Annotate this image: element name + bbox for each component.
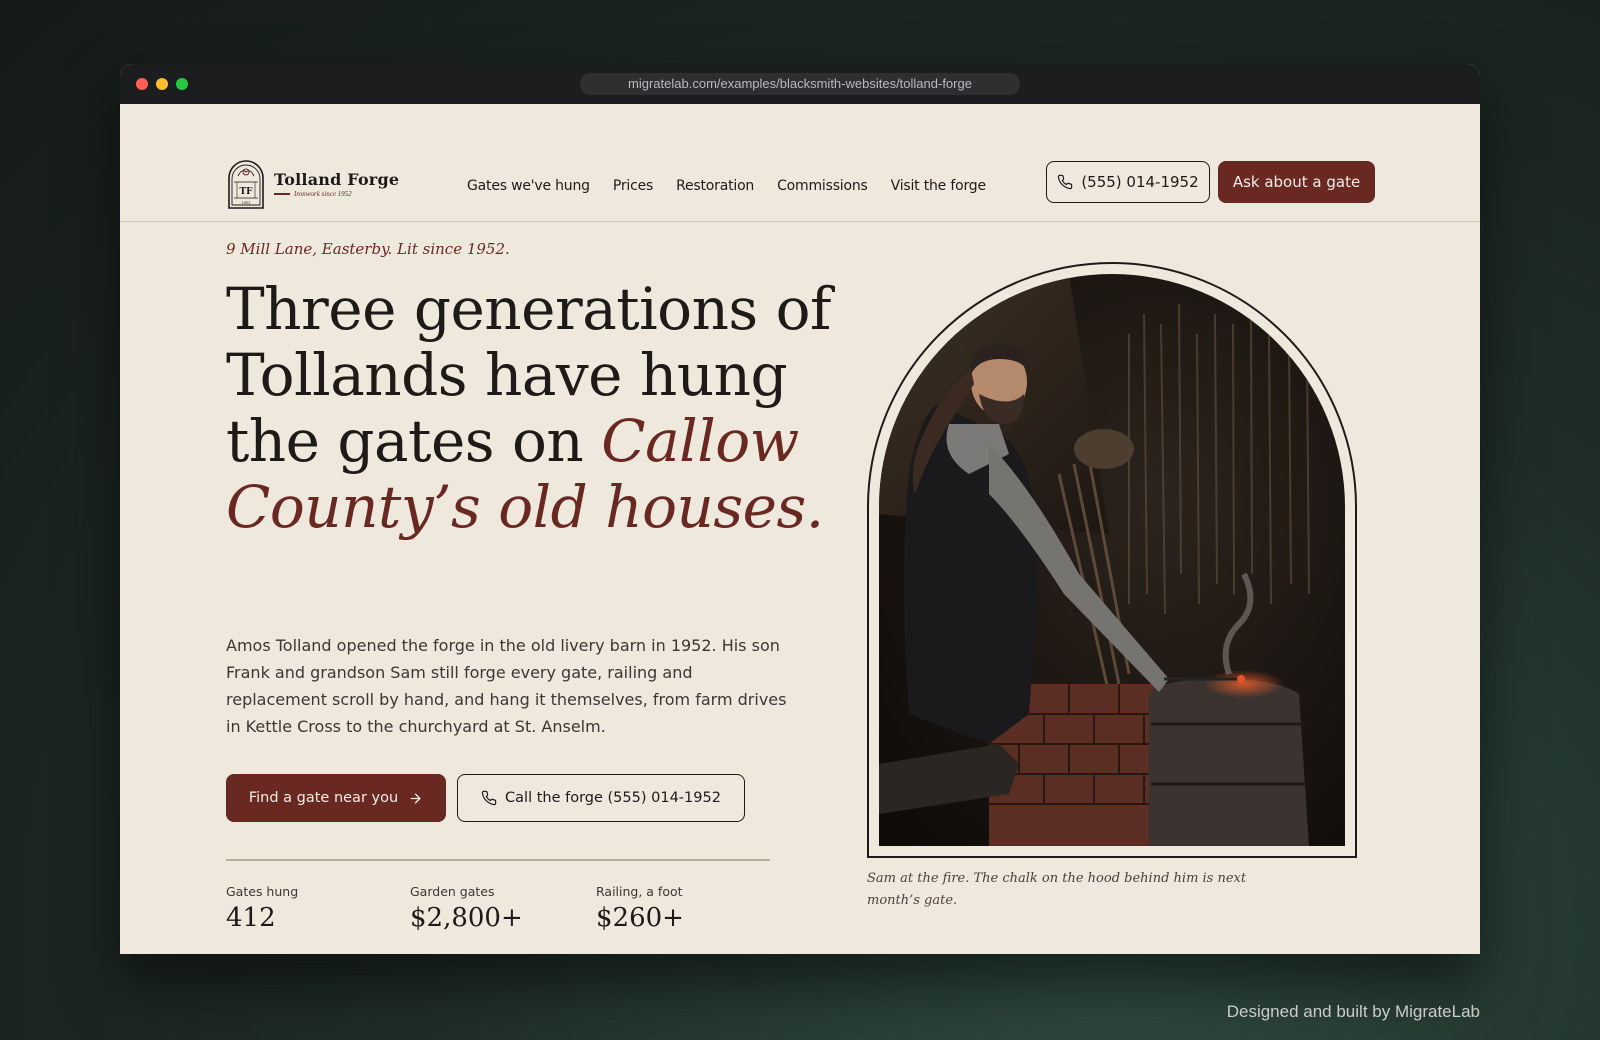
header-phone-label: (555) 014-1952 — [1081, 173, 1199, 191]
phone-icon — [481, 790, 497, 806]
minimize-window-button[interactable] — [156, 78, 168, 90]
svg-text:TF: TF — [239, 187, 253, 197]
stat-garden-gates: Garden gates $2,800+ — [410, 884, 523, 933]
stat-gates-hung: Gates hung 412 — [226, 884, 298, 933]
ask-about-gate-button[interactable]: Ask about a gate — [1218, 161, 1375, 203]
stat-label: Garden gates — [410, 884, 495, 899]
brand-name: Tolland Forge — [274, 170, 400, 189]
hero-lede: Amos Tolland opened the forge in the old… — [226, 636, 787, 736]
logo-wordmark: Tolland Forge Ironwork since 1952 — [274, 170, 399, 198]
stat-value: $2,800+ — [410, 903, 523, 933]
site-header: TF 1952 Tolland Forge Ironwork since 195… — [120, 104, 1480, 222]
nav-link-prices[interactable]: Prices — [613, 178, 653, 194]
brand-tagline: Ironwork since 1952 — [274, 190, 399, 198]
browser-titlebar: migratelab.com/examples/blacksmith-websi… — [120, 64, 1480, 104]
nav-link-gates[interactable]: Gates we've hung — [467, 178, 590, 194]
nav-link-visit[interactable]: Visit the forge — [891, 178, 986, 194]
logo-emblem-icon: TF 1952 — [228, 160, 264, 209]
find-gate-button[interactable]: Find a gate near you — [226, 774, 446, 822]
site-logo[interactable]: TF 1952 Tolland Forge Ironwork since 195… — [226, 158, 399, 210]
nav-link-restoration[interactable]: Restoration — [676, 178, 754, 194]
stat-value: $260+ — [596, 903, 684, 933]
call-forge-label: Call the forge (555) 014-1952 — [505, 790, 721, 806]
hero-eyebrow: 9 Mill Lane, Easterby. Lit since 1952. — [226, 240, 510, 258]
stat-railing: Railing, a foot $260+ — [596, 884, 684, 933]
blacksmith-photo — [879, 274, 1345, 846]
phone-icon — [1058, 174, 1073, 190]
stats-divider — [226, 859, 770, 861]
call-forge-button[interactable]: Call the forge (555) 014-1952 — [457, 774, 745, 822]
blacksmith-illustration — [879, 274, 1345, 846]
maximize-window-button[interactable] — [176, 78, 188, 90]
header-phone-button[interactable]: (555) 014-1952 — [1046, 161, 1210, 203]
stat-label: Railing, a foot — [596, 884, 683, 899]
footer-credit: Designed and built by MigrateLab — [1226, 1002, 1480, 1021]
svg-text:1952: 1952 — [242, 201, 251, 205]
url-bar[interactable]: migratelab.com/examples/blacksmith-websi… — [580, 73, 1020, 95]
hero-headline: Three generations of Tollands have hung … — [226, 276, 846, 540]
find-gate-label: Find a gate near you — [248, 790, 399, 806]
stat-label: Gates hung — [226, 884, 299, 899]
brand-tagline-text: Ironwork since 1952 — [294, 190, 352, 198]
primary-nav: Gates we've hung Prices Restoration Comm… — [467, 178, 1009, 194]
browser-window: migratelab.com/examples/blacksmith-websi… — [120, 64, 1480, 954]
close-window-button[interactable] — [136, 78, 148, 90]
photo-caption: Sam at the fire. The chalk on the hood b… — [867, 871, 1247, 908]
page-content: TF 1952 Tolland Forge Ironwork since 195… — [120, 104, 1480, 954]
nav-link-commissions[interactable]: Commissions — [777, 178, 868, 194]
tagline-rule — [274, 193, 290, 195]
arrow-right-icon — [410, 793, 421, 803]
arched-photo-frame — [867, 262, 1357, 858]
stat-value: 412 — [226, 903, 276, 933]
